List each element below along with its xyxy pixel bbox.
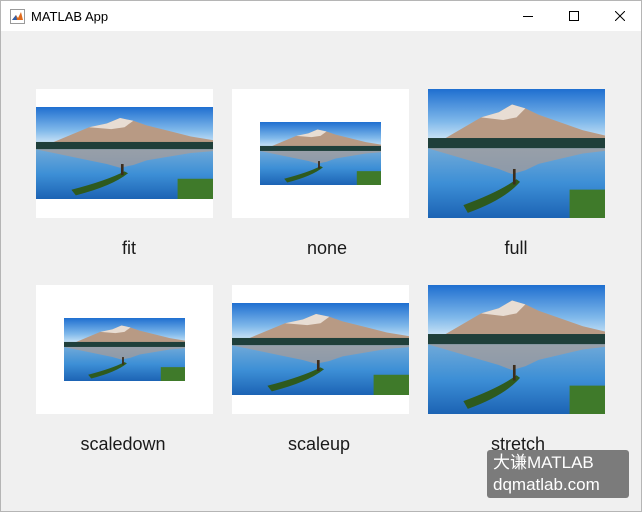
- watermark: 大谦MATLAB dqmatlab.com: [487, 450, 629, 498]
- landscape-image: [36, 107, 213, 199]
- window-title: MATLAB App: [31, 9, 109, 24]
- landscape-image: [260, 122, 381, 185]
- landscape-image: [428, 89, 605, 218]
- caption-full: full: [504, 238, 528, 258]
- image-panel-scaleup[interactable]: [232, 285, 409, 414]
- landscape-image: [64, 318, 185, 381]
- watermark-line-2: dqmatlab.com: [493, 475, 600, 494]
- maximize-button[interactable]: [551, 1, 597, 31]
- caption-fit: fit: [121, 238, 136, 258]
- watermark-line-1: 大谦MATLAB: [493, 453, 594, 472]
- app-window: MATLAB App fit none full scaledown scale…: [0, 0, 642, 512]
- minimize-icon: [523, 16, 533, 17]
- image-panel-none[interactable]: [232, 89, 409, 218]
- caption-none: none: [306, 238, 348, 258]
- maximize-icon: [569, 11, 579, 21]
- image-panel-fit[interactable]: [36, 89, 213, 218]
- matlab-logo-icon: [10, 9, 25, 24]
- image-panel-scaledown[interactable]: [36, 285, 213, 414]
- image-panel-full[interactable]: [428, 89, 605, 218]
- close-icon: [615, 11, 625, 21]
- caption-scaleup: scaleup: [287, 434, 351, 454]
- landscape-image: [428, 285, 605, 414]
- title-bar[interactable]: MATLAB App: [1, 1, 641, 31]
- minimize-button[interactable]: [505, 1, 551, 31]
- caption-scaledown: scaledown: [80, 434, 166, 454]
- image-panel-stretch[interactable]: [428, 285, 605, 414]
- landscape-image: [232, 303, 409, 395]
- close-button[interactable]: [597, 1, 642, 31]
